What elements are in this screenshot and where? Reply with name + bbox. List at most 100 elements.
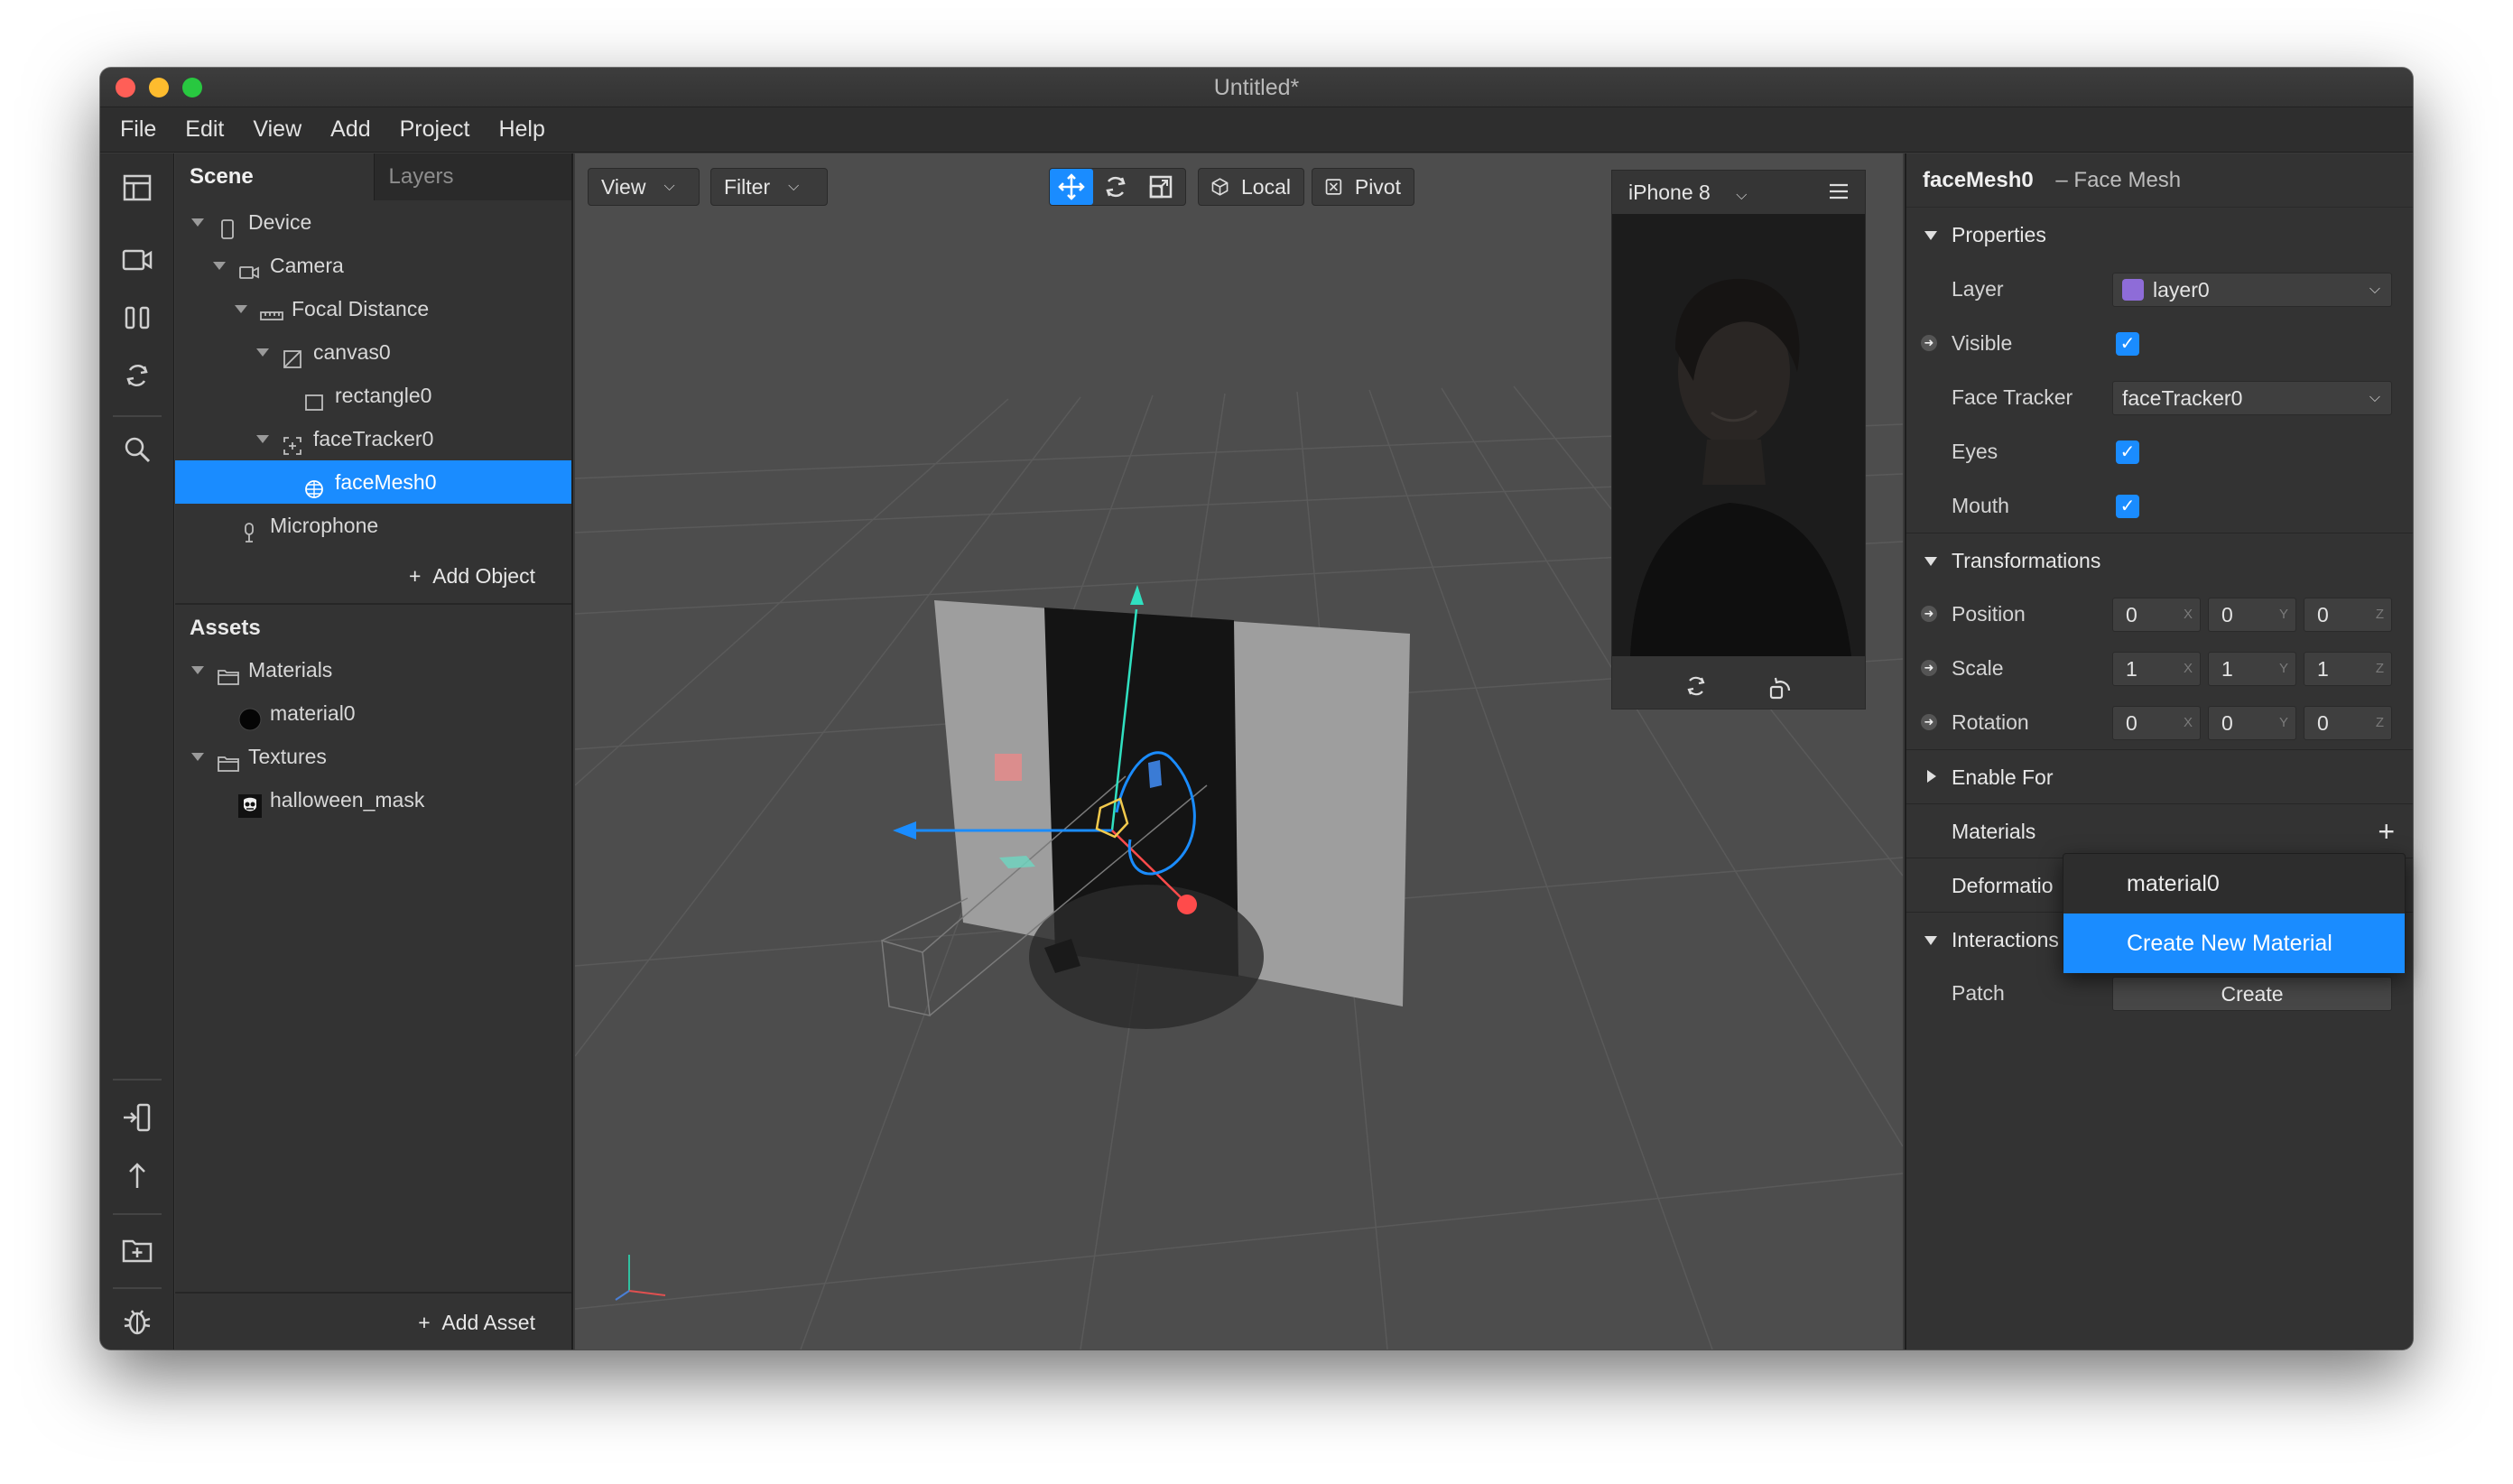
add-material-icon[interactable]: + xyxy=(2378,815,2395,849)
connect-arrow-icon[interactable]: ➜ xyxy=(1921,606,1937,622)
rotation-label: Rotation xyxy=(1952,710,2029,734)
object-type: – Face Mesh xyxy=(2055,168,2182,192)
eyes-checkbox[interactable]: ✓ xyxy=(2116,441,2139,464)
tree-item-selected[interactable]: faceMesh0 xyxy=(175,460,571,504)
menu-add[interactable]: Add xyxy=(330,116,370,143)
phone-icon xyxy=(217,211,238,239)
transform-tools xyxy=(1049,168,1186,206)
position-y-field[interactable]: 0Y xyxy=(2208,598,2296,632)
chevron-down-icon[interactable]: ⌵ xyxy=(1736,188,1747,203)
move-tool-icon[interactable] xyxy=(1050,169,1093,205)
face-tracker-select[interactable]: faceTracker0 ⌵ xyxy=(2112,381,2392,415)
rotation-x-field[interactable]: 0X xyxy=(2112,706,2201,740)
view-dropdown[interactable]: View ⌵ xyxy=(588,168,700,206)
tree-item[interactable]: halloween_mask xyxy=(175,778,571,821)
tree-item[interactable]: Camera xyxy=(175,244,571,287)
expand-triangle-icon[interactable] xyxy=(256,435,269,443)
create-patch-button[interactable]: Create xyxy=(2112,977,2392,1011)
add-asset-button[interactable]: + Add Asset xyxy=(175,1292,571,1350)
chevron-down-icon: ⌵ xyxy=(2369,282,2380,297)
add-object-button[interactable]: + Add Object xyxy=(175,547,571,605)
scene-tree: Device Camera Focal Distance canvas0 rectang… xyxy=(175,200,571,547)
scale-x-field[interactable]: 1X xyxy=(2112,652,2201,686)
axis-label: Z xyxy=(2375,661,2384,676)
expand-triangle-icon[interactable] xyxy=(191,753,204,761)
triangle-down-icon xyxy=(1924,936,1937,945)
pivot-label: Pivot xyxy=(1354,174,1401,199)
search-icon[interactable] xyxy=(121,433,153,466)
refresh-icon[interactable] xyxy=(121,359,153,392)
expand-triangle-icon[interactable] xyxy=(191,666,204,674)
menu-file[interactable]: File xyxy=(120,116,156,143)
assets-title: Assets xyxy=(190,616,261,640)
expand-triangle-icon[interactable] xyxy=(213,262,226,270)
simulator-controls xyxy=(1612,663,1865,709)
send-to-device-icon[interactable] xyxy=(121,1101,153,1134)
tab-scene[interactable]: Scene xyxy=(175,153,374,200)
menu-view[interactable]: View xyxy=(253,116,301,143)
menu-help[interactable]: Help xyxy=(498,116,544,143)
eyes-label: Eyes xyxy=(1952,440,1998,463)
tab-layers[interactable]: Layers xyxy=(373,153,571,200)
connect-arrow-icon[interactable]: ➜ xyxy=(1921,335,1937,351)
viewport-3d[interactable]: View ⌵ Filter ⌵ Local Pivot iPhone 8 ⌵ xyxy=(575,153,1903,1350)
tree-item[interactable]: Device xyxy=(175,200,571,244)
tree-item[interactable]: rectangle0 xyxy=(175,374,571,417)
hamburger-menu-icon[interactable] xyxy=(1829,171,1849,214)
connect-arrow-icon[interactable]: ➜ xyxy=(1921,714,1937,730)
expand-triangle-icon[interactable] xyxy=(191,218,204,227)
tree-item[interactable]: Focal Distance xyxy=(175,287,571,330)
create-new-material-option[interactable]: Create New Material xyxy=(2063,914,2405,973)
rotation-z-field[interactable]: 0Z xyxy=(2304,706,2392,740)
tree-item-label: Textures xyxy=(248,745,327,768)
timeline-icon[interactable] xyxy=(121,301,153,334)
device-selector[interactable]: iPhone 8 xyxy=(1628,181,1711,204)
position-z-field[interactable]: 0Z xyxy=(2304,598,2392,632)
tree-item[interactable]: Textures xyxy=(175,735,571,778)
material-option[interactable]: material0 xyxy=(2063,854,2405,914)
add-folder-icon[interactable] xyxy=(121,1233,153,1266)
scale-row: ➜ Scale 1X 1Y 1Z xyxy=(1906,641,2413,695)
bug-icon[interactable] xyxy=(121,1305,153,1338)
tree-item[interactable]: Microphone xyxy=(175,504,571,547)
tree-item[interactable]: Materials xyxy=(175,648,571,691)
expand-triangle-icon[interactable] xyxy=(256,348,269,357)
upload-icon[interactable] xyxy=(121,1159,153,1192)
scale-y-field[interactable]: 1Y xyxy=(2208,652,2296,686)
position-x-value: 0 xyxy=(2126,603,2137,626)
enable-for-section-header[interactable]: Enable For xyxy=(1906,749,2413,803)
local-toggle[interactable]: Local xyxy=(1198,168,1304,206)
connect-arrow-icon[interactable]: ➜ xyxy=(1921,660,1937,676)
tree-item[interactable]: material0 xyxy=(175,691,571,735)
tree-item[interactable]: faceTracker0 xyxy=(175,417,571,460)
tree-item[interactable]: canvas0 xyxy=(175,330,571,374)
layer-value: layer0 xyxy=(2153,278,2210,301)
tree-item-label: Focal Distance xyxy=(292,297,430,320)
rotation-y-field[interactable]: 0Y xyxy=(2208,706,2296,740)
layout-icon[interactable] xyxy=(121,172,153,204)
simulator-preview xyxy=(1612,214,1865,656)
scale-tool-icon[interactable] xyxy=(1138,169,1183,205)
restart-icon[interactable] xyxy=(1684,674,1708,702)
chevron-down-icon: ⌵ xyxy=(2369,390,2380,405)
properties-section-header[interactable]: Properties xyxy=(1906,208,2413,262)
layer-select[interactable]: layer0 ⌵ xyxy=(2112,273,2392,307)
axis-label: Y xyxy=(2278,607,2288,622)
rotate-tool-icon[interactable] xyxy=(1093,169,1138,205)
video-camera-icon[interactable] xyxy=(121,244,153,276)
visible-row: ➜ Visible ✓ xyxy=(1906,316,2413,370)
materials-row: Materials + xyxy=(1906,803,2413,858)
pivot-toggle[interactable]: Pivot xyxy=(1312,168,1414,206)
transformations-section-header[interactable]: Transformations xyxy=(1906,533,2413,587)
menu-project[interactable]: Project xyxy=(400,116,470,143)
scale-z-field[interactable]: 1Z xyxy=(2304,652,2392,686)
expand-triangle-icon[interactable] xyxy=(235,305,247,313)
position-x-field[interactable]: 0X xyxy=(2112,598,2201,632)
visible-checkbox[interactable]: ✓ xyxy=(2116,332,2139,356)
mouth-checkbox[interactable]: ✓ xyxy=(2116,495,2139,518)
axis-label: X xyxy=(2183,715,2193,730)
menu-edit[interactable]: Edit xyxy=(185,116,224,143)
texture-thumbnail-icon xyxy=(238,789,262,818)
filter-dropdown[interactable]: Filter ⌵ xyxy=(710,168,828,206)
rotate-device-icon[interactable] xyxy=(1767,674,1793,704)
